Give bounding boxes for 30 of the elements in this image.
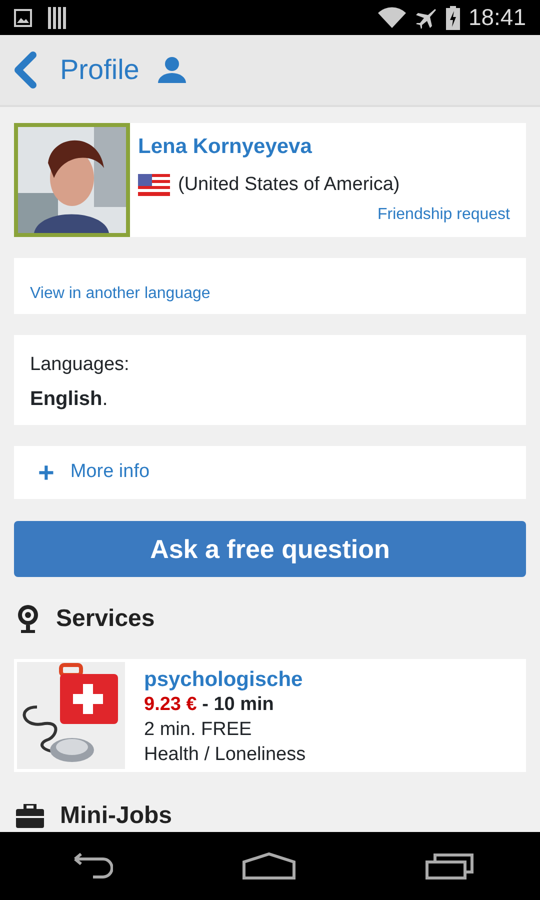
more-info-label: More info [70, 460, 150, 484]
profile-name: Lena Kornyeyeva [138, 134, 313, 160]
service-title: psychologische [144, 667, 303, 692]
more-info-row[interactable]: + More info [14, 446, 526, 499]
flag-icon [138, 174, 170, 196]
service-free-time: 2 min. FREE [144, 718, 252, 742]
country-text: (United States of America) [178, 172, 400, 196]
wifi-icon [378, 6, 406, 28]
minijobs-heading: Mini-Jobs [60, 801, 172, 831]
plus-icon: + [38, 452, 54, 494]
services-heading: Services [56, 604, 155, 634]
service-duration: - 10 min [201, 693, 274, 717]
ask-question-button[interactable]: Ask a free question [14, 521, 526, 577]
screen-title: Profile [60, 53, 140, 87]
webcam-icon [16, 604, 40, 634]
recent-apps-icon[interactable] [425, 852, 476, 880]
languages-label: Languages: [30, 353, 130, 377]
friendship-request-link[interactable]: Friendship request [377, 203, 510, 227]
back-icon[interactable] [12, 51, 38, 89]
battery-icon [446, 6, 460, 30]
languages-value: English. [30, 386, 108, 412]
service-price: 9.23 € [144, 693, 197, 717]
briefcase-icon [16, 804, 44, 828]
status-time: 18:41 [468, 3, 526, 32]
barcode-icon [48, 6, 66, 28]
home-nav-icon[interactable] [242, 852, 296, 880]
service-card[interactable]: psychologische 9.23 € - 10 min 2 min. FREE Health / Loneliness [14, 659, 526, 772]
image-icon [14, 8, 32, 26]
service-category: Health / Loneliness [144, 743, 306, 767]
person-icon [157, 57, 188, 83]
